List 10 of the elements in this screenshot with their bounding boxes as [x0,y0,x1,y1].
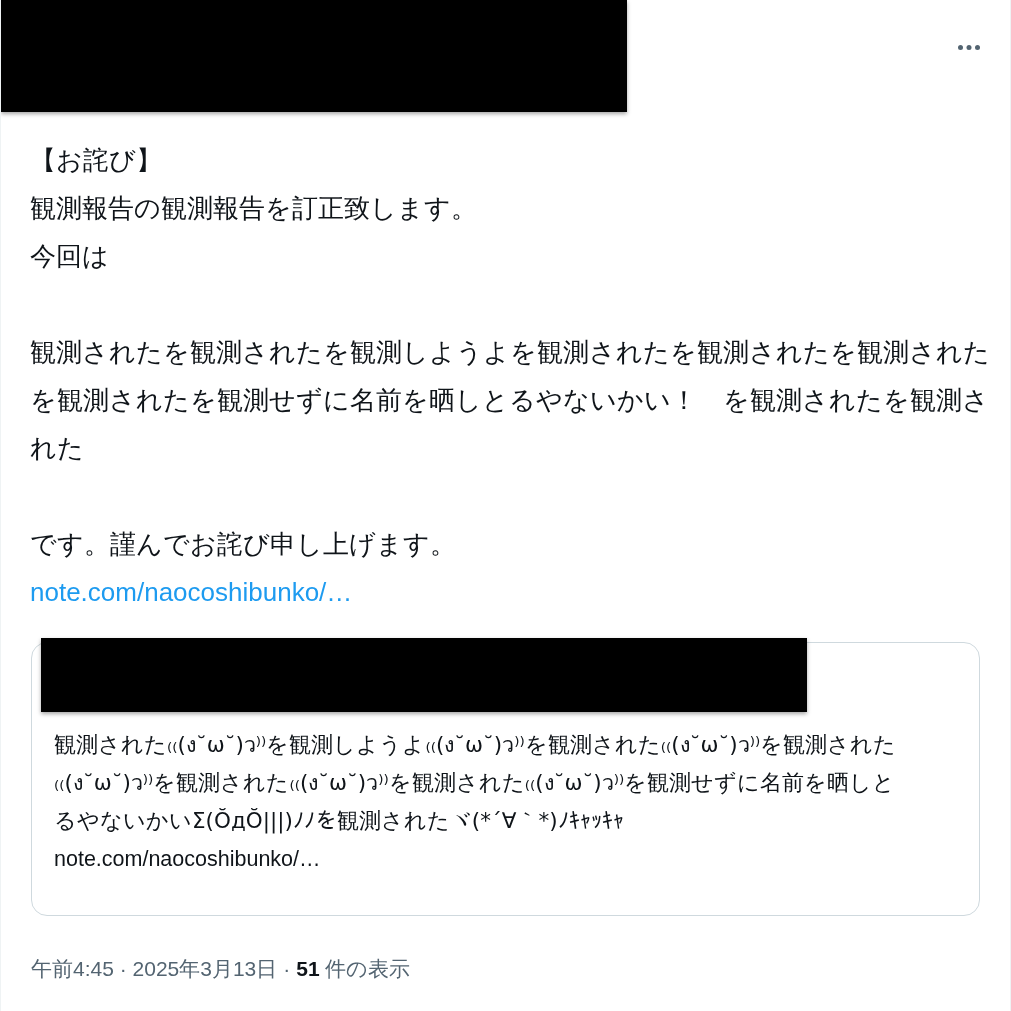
post-text: 【お詫び】 [30,144,163,177]
quote-link[interactable]: note.com/naocoshibunko/… [54,840,321,878]
post-text: 観測報告の観測報告を訂正致します。 [30,192,478,225]
post-text: です。謹んでお詫び申し上げます。 [30,528,457,561]
view-count[interactable]: 51 件の表示 [296,954,411,984]
post-text: 観測されたを観測されたを観測しようよを観測されたを観測されたを観測されたを観測されたを観測せずに名前を晒しとるやないかい！ を観測されたを観測された [30,336,991,465]
post-text: 今回は [30,240,110,273]
separator-dot: · [283,956,291,982]
more-icon[interactable] [958,45,980,50]
timestamp-link[interactable]: 午前4:45 · 2025年3月13日 [31,954,278,984]
